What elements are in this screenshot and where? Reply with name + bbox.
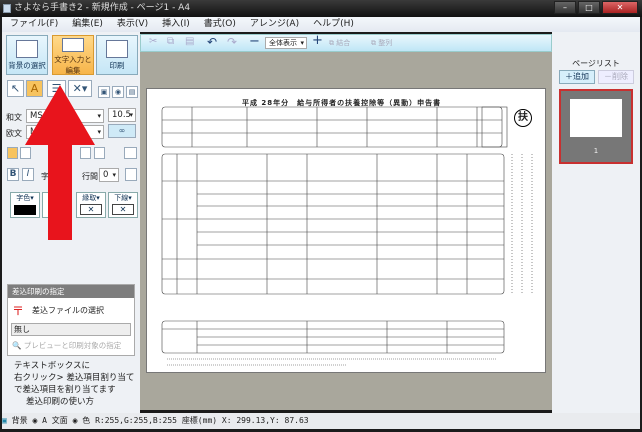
stamp-tool[interactable]: ◉ [112,86,124,98]
text-layer-label: 文面 [51,416,68,425]
paste-icon[interactable]: ▤ [185,36,194,47]
vertical-text-button[interactable] [124,147,137,159]
help-line: で差込項目を割り当てます [14,385,116,395]
menu-insert[interactable]: 挿入(I) [162,17,190,32]
group-button[interactable]: ⧉ 結合 [329,38,350,48]
redo-icon[interactable]: ↷ [227,35,237,49]
cut-icon[interactable]: ✂ [149,36,157,47]
color-readout: 色 R:255,G:255,B:255 [82,416,177,425]
window-title: さよなら手書き2 - 新規作成 - ページ1 - A4 [14,3,191,13]
delete-page-button[interactable]: －削除 [598,70,634,84]
menu-bar: ファイル(F) 編集(E) 表示(V) 挿入(I) 書式(O) アレンジ(A) … [2,17,640,32]
label: 印刷 [109,61,125,70]
merge-header: 差込印刷の指定 [8,285,134,298]
print-button[interactable]: 印刷 [96,35,138,75]
label: 整列 [378,39,393,47]
text-layer-icon: A [42,416,47,425]
background-icon [16,40,38,58]
calendar-tool[interactable]: ▤ [126,86,138,98]
align-button[interactable]: ⧉ 整列 [371,38,392,48]
page-number: 1 [593,147,599,155]
eye-icon[interactable]: ◉ [73,416,78,425]
title-bar: さよなら手書き2 - 新規作成 - ページ1 - A4 [0,0,642,17]
background-layer-icon: ▣ [2,416,7,425]
zoom-out-icon[interactable]: − [249,34,260,49]
preview-button[interactable]: 🔍 プレビューと印刷対象の指定 [8,336,134,355]
image-tool[interactable]: ▣ [98,86,110,98]
status-bar: ▣ 背景 ◉ A 文面 ◉ 色 R:255,G:255,B:255 座標(mm)… [2,413,640,429]
document-page[interactable]: 平成 28年分 給与所得者の扶養控除等（異動）申告書 扶 [146,88,546,373]
oubun-label: 欧文 [6,129,22,138]
align-left-button[interactable] [7,147,18,159]
valign-button[interactable] [94,147,105,159]
table-button[interactable] [125,168,137,181]
underline-button[interactable]: 下線▾ ✕ [108,192,138,218]
pencil-icon [62,38,84,52]
red-arrow-annotation [25,85,95,240]
page-thumbnail[interactable]: 1 [559,89,633,164]
text-edit-button[interactable]: 文字入力と編集 [52,35,94,75]
zoom-select[interactable]: 全体表示 [265,37,307,49]
link-icon[interactable]: ∞ [108,124,136,138]
maximize-button[interactable]: □ [578,1,600,14]
zoom-in-icon[interactable]: + [312,33,323,48]
edit-toolbar: ✂ ⧉ ▤ ↶ ↷ − 全体表示 + ⧉ 結合 ⧉ 整列 [140,33,552,52]
minimize-button[interactable]: – [554,1,576,14]
thumbnail-image [570,99,622,137]
printer-icon [106,40,128,58]
bg-layer-label: 背景 [11,416,28,425]
undo-icon[interactable]: ↶ [207,35,217,49]
form-grid [161,106,533,366]
magnifier-icon: 🔍 [12,341,24,350]
window-controls: – □ ✕ [554,1,638,15]
menu-format[interactable]: 書式(O) [204,17,236,32]
menu-help[interactable]: ヘルプ(H) [313,17,354,32]
label: プレビューと印刷対象の指定 [23,341,122,350]
eye-icon[interactable]: ◉ [32,416,37,425]
page-list-title: ページリスト [572,59,620,68]
close-button[interactable]: ✕ [602,1,638,14]
coordinate-readout: 座標(mm) X: 299.13,Y: 87.63 [181,416,309,425]
label: 文字入力と編集 [54,55,92,75]
help-line: 右クリック> 差込項目割り当て [14,373,135,383]
help-line: テキストボックスに [14,361,90,371]
label: 差込ファイルの選択 [32,306,105,315]
page-list-panel: ページリスト ＋追加 －削除 1 [552,32,640,413]
postal-icon: 〒 [12,304,25,318]
copy-icon[interactable]: ⧉ [167,36,174,47]
app-icon [3,4,11,13]
menu-view[interactable]: 表示(V) [117,17,148,32]
help-link[interactable]: 差込印刷の使い方 [14,396,134,408]
label: 下線 [114,194,129,202]
font-size-select[interactable]: 10.5 [108,108,136,122]
label: 結合 [336,39,351,47]
help-text: テキストボックスに 右クリック> 差込項目割り当て で差込項目を割り当てます 差… [14,360,134,408]
menu-edit[interactable]: 編集(E) [72,17,103,32]
pointer-tool[interactable]: ↖ [7,80,24,97]
add-page-button[interactable]: ＋追加 [559,70,595,84]
wabun-label: 和文 [6,113,22,122]
merge-file-field[interactable]: 無し [11,323,131,336]
menu-file[interactable]: ファイル(F) [10,17,58,32]
select-merge-file-button[interactable]: 〒差込ファイルの選択 [8,298,134,323]
line-spacing-input[interactable]: 0 [99,168,119,182]
select-background-button[interactable]: 背景の選択 [6,35,48,75]
label: 背景の選択 [8,61,46,70]
bold-button[interactable]: B [7,168,19,181]
menu-arrange[interactable]: アレンジ(A) [250,17,299,32]
merge-print-panel: 差込印刷の指定 〒差込ファイルの選択 無し 🔍 プレビューと印刷対象の指定 [7,284,135,356]
